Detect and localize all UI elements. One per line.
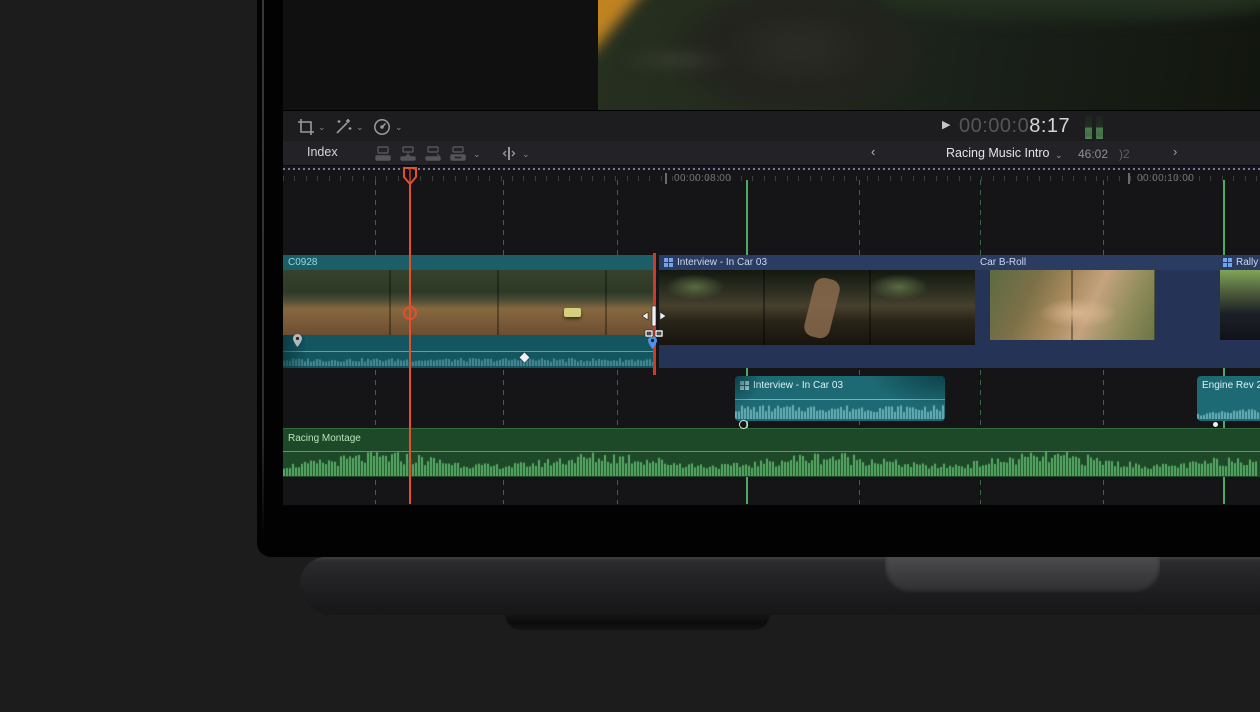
trim-tool-icon[interactable] [500, 146, 518, 161]
playhead-line[interactable] [409, 168, 411, 504]
retime-chevron-icon[interactable]: ⌄ [395, 123, 403, 132]
laptop-foot [505, 614, 770, 630]
overwrite-edit-icon[interactable] [450, 146, 468, 161]
clip-title: Racing Montage [283, 431, 1260, 446]
retime-icon[interactable] [372, 117, 392, 137]
clip-broll-filmstrip [990, 268, 1155, 340]
motion-glint [618, 55, 738, 65]
clip-interview-video[interactable]: Interview - In Car 03 [659, 255, 975, 368]
clip-c0928[interactable]: C0928 [283, 255, 655, 368]
clip-c0928-filmstrip [283, 270, 655, 335]
multicam-icon [664, 258, 673, 267]
screen-edge-highlight [262, 0, 264, 540]
viewer-frame [598, 0, 1260, 110]
clip-interview-filmstrip [659, 270, 975, 345]
clip-title: Engine Rev 2 [1197, 376, 1260, 393]
playhead-handle[interactable] [402, 167, 418, 186]
window-glow [869, 274, 929, 300]
duration-partial: )2 [1119, 147, 1130, 161]
clip-title: Interview - In Car 03 [659, 255, 975, 270]
viewer-panel [598, 0, 1260, 110]
trim-options-chevron-icon[interactable]: ⌄ [522, 150, 530, 159]
browser-panel [283, 0, 598, 110]
audio-meter-right[interactable] [1096, 116, 1103, 139]
timecode-bright: 8:17 [1029, 115, 1070, 137]
clip-car-broll[interactable]: Car B-Roll [975, 255, 1218, 368]
laptop-screen: ⌄ ⌄ ⌄ ▶ 00:00:08:17 Index [257, 0, 1260, 557]
timeline-header-bar: Index ⌄ [283, 141, 1260, 166]
clip-rally-racer[interactable]: Rally Ra [1218, 255, 1260, 368]
timecode-display[interactable]: 00:00:08:17 [959, 115, 1070, 138]
next-project-arrow[interactable]: › [1173, 144, 1177, 159]
connection-point-ring[interactable] [739, 420, 748, 429]
playhead-skimmer-ring[interactable] [403, 306, 417, 320]
clip-engine-rev[interactable]: Engine Rev 2 [1197, 376, 1260, 421]
trim-cursor-icon [637, 304, 671, 346]
connection-point-dot[interactable] [1213, 422, 1218, 427]
clip-racing-montage[interactable]: Racing Montage [283, 428, 1260, 477]
timeline-ruler[interactable]: 00:00:08:0000:00:10:00 [283, 170, 1260, 190]
append-edit-icon[interactable] [425, 146, 443, 161]
project-name-dropdown[interactable]: Racing Music Intro [946, 146, 1050, 160]
volume-line[interactable] [283, 351, 655, 352]
timeline[interactable]: 00:00:08:0000:00:10:00 C0928 [283, 166, 1260, 505]
clip-interview-audio[interactable]: Interview - In Car 03 [735, 376, 945, 421]
car-body-blur [878, 0, 1260, 20]
car-livery-orange [598, 0, 662, 54]
crop-chevron-icon[interactable]: ⌄ [318, 123, 326, 132]
clip-title: Car B-Roll [975, 255, 1218, 270]
index-button[interactable]: Index [307, 145, 338, 159]
driver-arm [802, 276, 842, 341]
rally-car-thumbnail [564, 308, 581, 317]
previous-project-arrow[interactable]: ‹ [871, 144, 875, 159]
toolbar: ⌄ ⌄ ⌄ ▶ 00:00:08:17 [283, 110, 1260, 141]
window-glow [665, 274, 725, 300]
clip-rally-filmstrip [1220, 270, 1260, 340]
fcp-window: ⌄ ⌄ ⌄ ▶ 00:00:08:17 Index [283, 0, 1260, 505]
multicam-icon [1223, 258, 1232, 267]
project-duration: 46:02 [1078, 147, 1108, 161]
timecode-dim: 00:00:0 [959, 115, 1029, 137]
fade-in-handle-shade [735, 376, 761, 406]
fade-handle-gray-icon[interactable] [293, 334, 302, 347]
laptop-lid-notch [885, 557, 1160, 595]
clip-title: Rally Ra [1218, 255, 1260, 270]
clip-c0928-audio[interactable] [283, 335, 655, 368]
connect-edit-icon[interactable] [375, 146, 393, 161]
top-panels [283, 0, 1260, 110]
audio-meter-left[interactable] [1085, 116, 1092, 139]
enhancements-chevron-icon[interactable]: ⌄ [356, 123, 364, 132]
insert-edit-icon[interactable] [400, 146, 418, 161]
crop-icon[interactable] [296, 117, 316, 137]
play-button[interactable]: ▶ [942, 120, 950, 131]
dust-cloud [1038, 298, 1118, 328]
fade-out-handle-shade [871, 376, 945, 406]
enhancements-wand-icon[interactable] [333, 117, 353, 137]
edit-options-chevron-icon[interactable]: ⌄ [473, 150, 481, 159]
laptop-base [300, 557, 1260, 615]
project-chevron-icon[interactable]: ⌄ [1055, 150, 1063, 161]
clip-title: C0928 [283, 255, 655, 270]
